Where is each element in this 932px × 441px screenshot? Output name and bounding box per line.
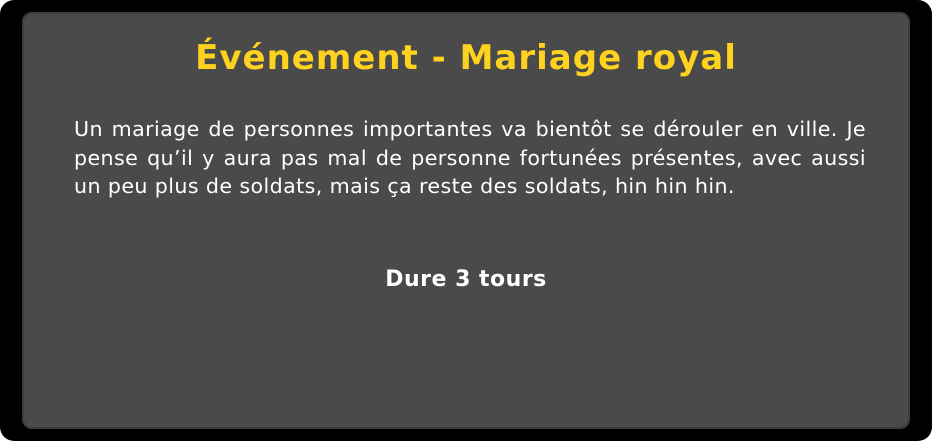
event-title: Événement - Mariage royal: [195, 38, 737, 78]
event-card-panel: Événement - Mariage royal Un mariage de …: [22, 12, 910, 429]
event-card-frame: Événement - Mariage royal Un mariage de …: [0, 0, 932, 441]
event-duration: Dure 3 tours: [385, 267, 547, 292]
event-description: Un mariage de personnes importantes va b…: [74, 117, 866, 199]
